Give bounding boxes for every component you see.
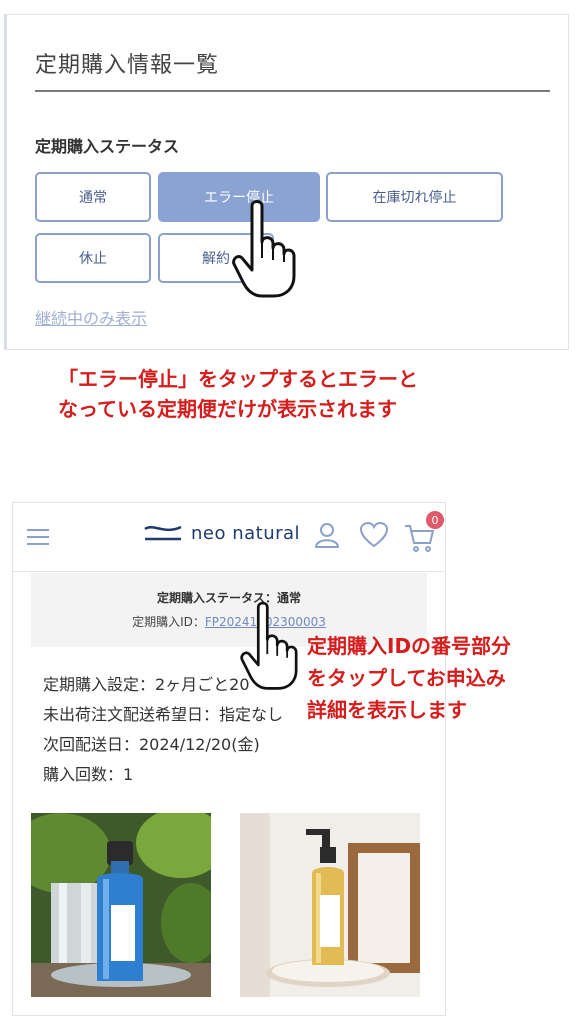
tap-hand-icon <box>232 200 296 298</box>
site-header: neo natural 0 <box>13 503 445 572</box>
status-filter-out-of-stock-button[interactable]: 在庫切れ停止 <box>326 172 503 222</box>
instruction-caption-2: 定期購入IDの番号部分 をタップしてお申込み 詳細を表示します <box>307 630 511 726</box>
subscription-id-label: 定期購入ID： <box>132 615 205 629</box>
next-delivery-date: 次回配送日：2024/12/20(金) <box>43 735 260 754</box>
continuing-only-link[interactable]: 継続中のみ表示 <box>35 305 147 329</box>
status-line: 定期購入ステータス：通常 <box>156 591 301 605</box>
cart-count-badge: 0 <box>426 511 444 529</box>
page-title: 定期購入情報一覧 <box>35 53 220 78</box>
status-filter-label: 在庫切れ停止 <box>372 190 457 206</box>
product-image-lotion[interactable] <box>31 813 211 997</box>
status-heading: 定期購入ステータス <box>35 137 180 156</box>
site-logo[interactable]: neo natural <box>143 521 300 545</box>
purchase-count: 購入回数：1 <box>43 765 134 784</box>
status-filter-label: 休止 <box>79 251 107 267</box>
status-filter-normal-button[interactable]: 通常 <box>35 172 151 222</box>
logo-wave-icon <box>144 525 182 541</box>
caption-line: なっている定期便だけが表示されます <box>58 397 397 421</box>
caption-line: 詳細を表示します <box>307 698 467 722</box>
favorite-heart-icon[interactable] <box>359 521 389 549</box>
delivery-wish-date: 未出荷注文配送希望日：指定なし <box>43 705 284 724</box>
caption-line: をタップしてお申込み <box>307 666 506 690</box>
instruction-caption-1: 「エラー停止」をタップするとエラーと なっている定期便だけが表示されます <box>58 364 418 424</box>
status-filter-label: 解約 <box>202 251 230 267</box>
subscription-setting: 定期購入設定：2ヶ月ごと20 <box>43 675 250 694</box>
caption-line: 「エラー停止」をタップするとエラーと <box>58 367 418 391</box>
account-icon[interactable] <box>313 521 341 549</box>
caption-line: 定期購入IDの番号部分 <box>307 634 512 658</box>
product-image-oil[interactable] <box>240 813 420 997</box>
status-filter-label: 通常 <box>79 190 107 206</box>
tap-hand-icon <box>240 601 298 690</box>
status-filter-pause-button[interactable]: 休止 <box>35 233 151 283</box>
hamburger-menu-icon[interactable] <box>27 529 49 545</box>
subscription-detail-panel: neo natural 0 定期購入ステータス：通常 定期購入ID：FP2024… <box>12 502 446 1016</box>
logo-text: neo natural <box>191 522 301 544</box>
title-divider <box>35 90 550 92</box>
subscription-id-line: 定期購入ID：FP20241202300003 <box>31 613 427 630</box>
